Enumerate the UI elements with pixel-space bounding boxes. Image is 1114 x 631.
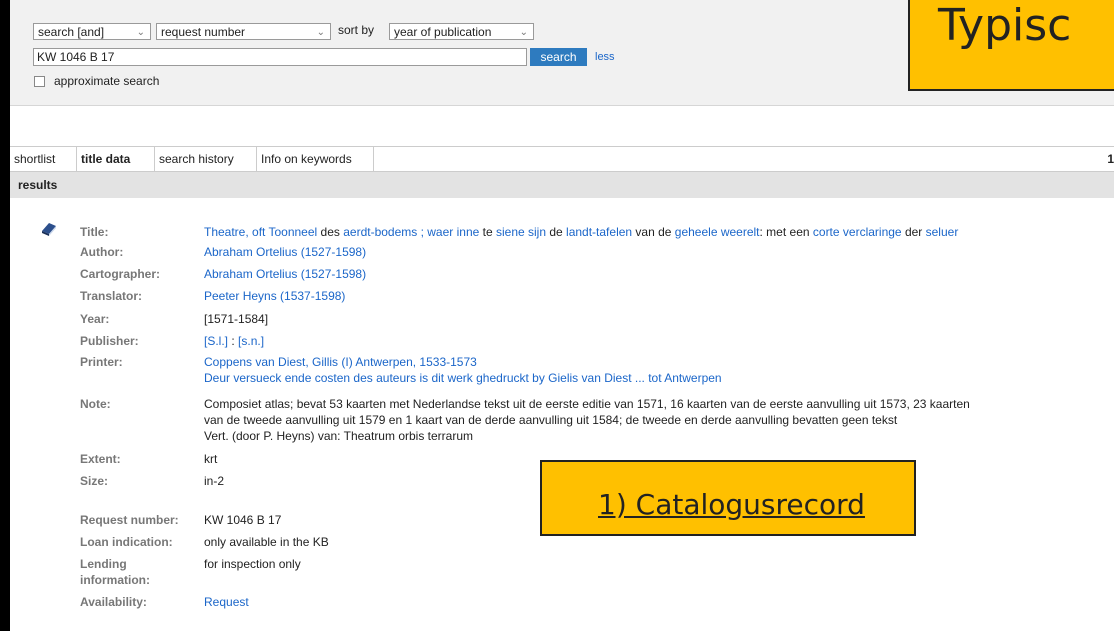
- tab-title-data[interactable]: title data: [77, 147, 155, 171]
- results-header: results: [10, 172, 1114, 198]
- result-count: 1: [1107, 152, 1114, 166]
- lending-value: for inspection only: [204, 557, 301, 571]
- title-link[interactable]: corte verclaringe: [813, 225, 902, 239]
- tabs-row: shortlist title data search history Info…: [10, 146, 1114, 172]
- title-text: van de: [632, 225, 675, 239]
- printer-imprint-link[interactable]: Deur versueck ende costen des auteurs is…: [204, 370, 722, 386]
- book-icon: [40, 220, 58, 241]
- extent-label: Extent:: [80, 452, 121, 466]
- title-link[interactable]: geheele weerelt: [675, 225, 760, 239]
- chevron-down-icon: ⌄: [519, 27, 528, 38]
- operator-select[interactable]: search [and] ⌄: [33, 23, 151, 40]
- request-number-value: KW 1046 B 17: [204, 513, 282, 527]
- title-text: de: [546, 225, 567, 239]
- printer-label: Printer:: [80, 355, 123, 369]
- tab-shortlist[interactable]: shortlist: [10, 147, 77, 171]
- search-button[interactable]: search: [530, 48, 587, 66]
- title-link[interactable]: siene sijn: [496, 225, 546, 239]
- lending-label-1: Lending: [80, 557, 127, 571]
- title-text: des: [317, 225, 344, 239]
- callout-typisch-text: Typisc: [938, 0, 1072, 51]
- title-link[interactable]: seluer: [926, 225, 959, 239]
- field-select[interactable]: request number ⌄: [156, 23, 331, 40]
- publisher-separator: :: [228, 334, 239, 348]
- cartographer-label: Cartographer:: [80, 267, 161, 281]
- title-link[interactable]: Theatre, oft Toonneel: [204, 225, 317, 239]
- chevron-down-icon: ⌄: [316, 27, 325, 38]
- author-label: Author:: [80, 245, 124, 259]
- title-link[interactable]: landt-tafelen: [566, 225, 632, 239]
- operator-value: search [and]: [38, 25, 105, 39]
- note-line-3: Vert. (door P. Heyns) van: Theatrum orbi…: [204, 429, 473, 443]
- note-line-1: Composiet atlas; bevat 53 kaarten met Ne…: [204, 397, 970, 411]
- title-link[interactable]: aerdt-bodems ; waer inne: [343, 225, 479, 239]
- request-link[interactable]: Request: [204, 594, 249, 610]
- approximate-search-label: approximate search: [54, 74, 160, 88]
- title-text: te: [479, 225, 496, 239]
- callout-typisch: Typisc: [908, 0, 1114, 91]
- author-link[interactable]: Abraham Ortelius (1527-1598): [204, 244, 366, 260]
- less-link[interactable]: less: [595, 51, 615, 63]
- lending-label-2: information:: [80, 573, 150, 587]
- title-text: der: [901, 225, 926, 239]
- year-value: [1571-1584]: [204, 312, 269, 326]
- translator-label: Translator:: [80, 289, 143, 303]
- request-number-label: Request number:: [80, 513, 179, 527]
- extent-value: krt: [204, 452, 218, 466]
- field-value: request number: [161, 25, 246, 39]
- callout-catalogusrecord-text: 1) Catalogusrecord: [598, 488, 865, 521]
- printer-link[interactable]: Coppens van Diest, Gillis (I) Antwerpen,…: [204, 354, 477, 370]
- title-text: : met een: [759, 225, 813, 239]
- note-label: Note:: [80, 397, 111, 411]
- search-input[interactable]: KW 1046 B 17: [33, 48, 527, 66]
- translator-link[interactable]: Peeter Heyns (1537-1598): [204, 288, 345, 304]
- sort-select[interactable]: year of publication ⌄: [389, 23, 534, 40]
- availability-label: Availability:: [80, 595, 147, 609]
- publisher-value: [S.l.] : [s.n.]: [204, 333, 264, 349]
- sort-label: sort by: [338, 23, 375, 37]
- publisher-place-link[interactable]: [S.l.]: [204, 334, 228, 348]
- tab-info-on-keywords[interactable]: Info on keywords: [257, 147, 374, 171]
- publisher-name-link[interactable]: [s.n.]: [238, 334, 264, 348]
- title-label: Title:: [80, 225, 109, 239]
- chevron-down-icon: ⌄: [136, 27, 145, 38]
- loan-label: Loan indication:: [80, 535, 173, 549]
- note-line-2: van de tweede aanvulling uit 1579 en 1 k…: [204, 413, 898, 427]
- size-value: in-2: [204, 474, 225, 488]
- callout-catalogusrecord: 1) Catalogusrecord: [540, 460, 916, 536]
- year-label: Year:: [80, 312, 110, 326]
- tab-search-history[interactable]: search history: [155, 147, 257, 171]
- publisher-label: Publisher:: [80, 334, 139, 348]
- sort-value: year of publication: [394, 25, 492, 39]
- title-value: Theatre, oft Toonneel des aerdt-bodems ;…: [204, 224, 958, 240]
- cartographer-link[interactable]: Abraham Ortelius (1527-1598): [204, 266, 366, 282]
- approximate-search-checkbox[interactable]: [34, 76, 45, 87]
- catalogue-page: search [and] ⌄ request number ⌄ sort by …: [10, 0, 1114, 631]
- size-label: Size:: [80, 474, 109, 488]
- loan-value: only available in the KB: [204, 535, 329, 549]
